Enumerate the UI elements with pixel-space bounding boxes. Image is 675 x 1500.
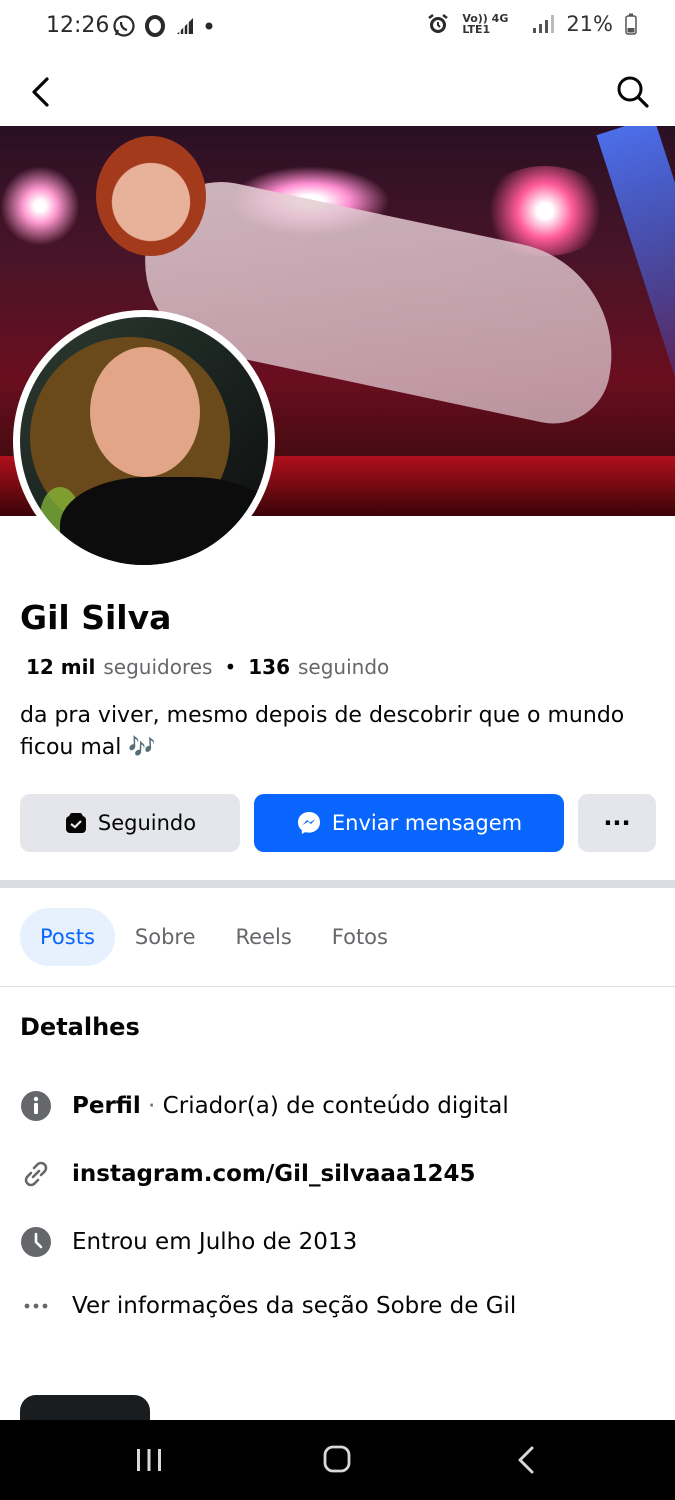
tab-about[interactable]: Sobre (115, 908, 216, 966)
status-time: 12:26 (46, 13, 110, 38)
notification-icons (112, 14, 214, 38)
detail-see-about[interactable]: Ver informações da seção Sobre de Gil (20, 1290, 516, 1322)
stats-separator: • (224, 655, 237, 679)
signal-bars-icon (533, 15, 555, 33)
following-count[interactable]: 136 (248, 655, 290, 679)
send-message-button[interactable]: Enviar mensagem (254, 794, 564, 852)
link-icon (20, 1158, 52, 1190)
detail-profile-type: Perfil · Criador(a) de conteúdo digital (20, 1090, 509, 1122)
back-button[interactable] (20, 70, 60, 114)
profile-type-value: Criador(a) de conteúdo digital (162, 1093, 509, 1119)
followers-count[interactable]: 12 mil (26, 655, 95, 679)
profile-name: Gil Silva (20, 598, 172, 637)
signal-wave-icon (177, 18, 193, 34)
messenger-icon (297, 812, 320, 834)
send-message-label: Enviar mensagem (331, 811, 523, 835)
info-icon (20, 1090, 52, 1122)
back-arrow-icon (518, 1446, 534, 1474)
following-label[interactable]: seguindo (298, 655, 389, 679)
profile-type-label: Perfil (72, 1093, 141, 1119)
followers-label[interactable]: seguidores (103, 655, 212, 679)
profile-tabs: Posts Sobre Reels Fotos (20, 906, 408, 968)
user-check-icon (65, 813, 86, 833)
ellipsis-icon (20, 1290, 52, 1322)
home-button[interactable] (322, 1444, 352, 1478)
instagram-link[interactable]: instagram.com/Gil_silvaaa1245 (72, 1161, 475, 1187)
system-back-button[interactable] (512, 1444, 542, 1480)
profile-bio: da pra viver, mesmo depois de descobrir … (20, 700, 660, 764)
circle-o-icon (145, 15, 165, 37)
tabs-divider (0, 986, 675, 987)
detail-link[interactable]: instagram.com/Gil_silvaaa1245 (20, 1158, 475, 1190)
whatsapp-icon (113, 15, 135, 37)
bio-text: da pra viver, mesmo depois de descobrir … (20, 703, 625, 760)
chevron-left-icon (32, 77, 49, 107)
dot-icon (205, 22, 213, 30)
section-divider (0, 880, 675, 888)
more-options-button[interactable]: ··· (578, 794, 656, 852)
following-label-text: Seguindo (97, 811, 197, 835)
profile-type-separator: · (148, 1093, 163, 1119)
more-options-icon: ··· (603, 809, 631, 837)
search-button[interactable] (611, 70, 655, 114)
profile-stats: 12 mil seguidores • 136 seguindo (26, 655, 389, 679)
tab-posts[interactable]: Posts (20, 908, 115, 966)
battery-icon (625, 13, 637, 35)
status-bar: 12:26 Vo)) 4G LTE1 21% (0, 0, 675, 56)
network-label: Vo)) 4G LTE1 (462, 12, 509, 36)
clock-icon (20, 1226, 52, 1258)
tab-photos[interactable]: Fotos (312, 908, 408, 966)
system-nav-bar (0, 1420, 675, 1500)
see-about-text[interactable]: Ver informações da seção Sobre de Gil (72, 1293, 516, 1319)
following-button[interactable]: Seguindo (20, 794, 240, 852)
recent-apps-icon (137, 1449, 161, 1471)
home-icon (323, 1445, 351, 1473)
search-icon (617, 76, 649, 108)
alarm-icon (428, 14, 449, 33)
battery-percent: 21% (566, 12, 613, 36)
profile-avatar[interactable] (13, 310, 275, 572)
music-notes-icon: 🎶 (128, 735, 156, 760)
details-heading: Detalhes (20, 1013, 140, 1041)
joined-text: Entrou em Julho de 2013 (72, 1229, 358, 1255)
detail-joined: Entrou em Julho de 2013 (20, 1226, 357, 1258)
recent-apps-button[interactable] (134, 1446, 164, 1478)
app-header (0, 56, 675, 126)
tab-reels[interactable]: Reels (216, 908, 312, 966)
system-icons: Vo)) 4G LTE1 21% (426, 12, 637, 36)
